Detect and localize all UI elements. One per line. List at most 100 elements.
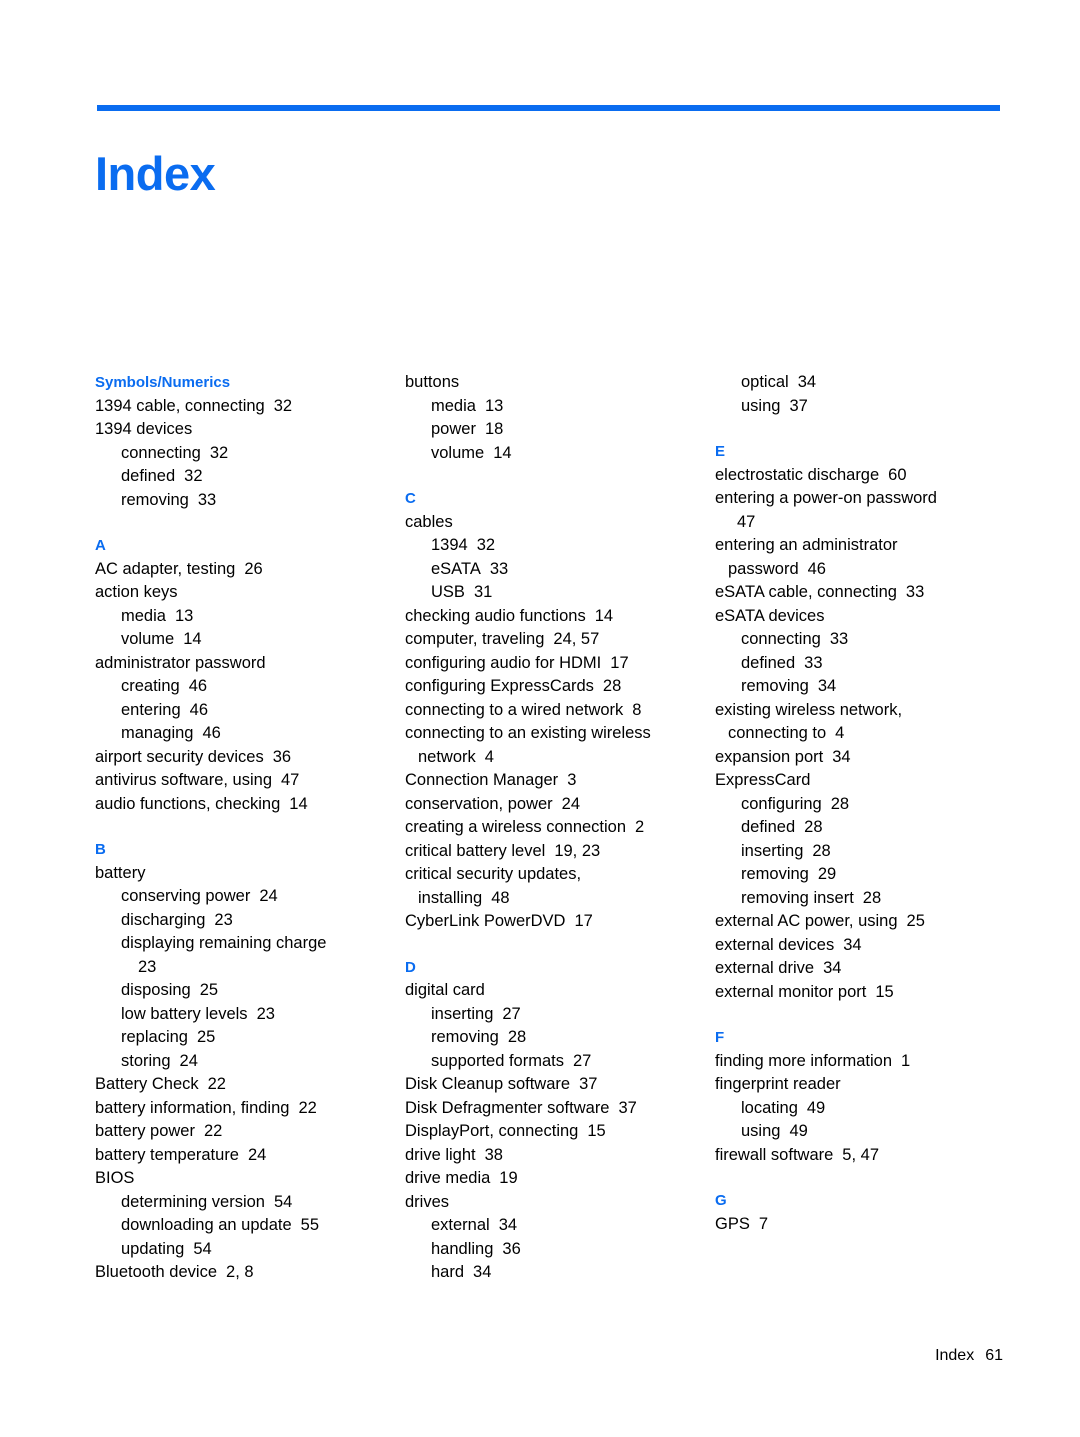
index-entry-page-number: 34 (797, 373, 817, 391)
index-entry: checking audio functions 14 (405, 605, 715, 629)
index-entry-page-number: 29 (817, 865, 837, 883)
index-entry-page-number: 26 (244, 559, 263, 578)
index-entry-page-number: 34 (823, 959, 842, 977)
section-letter-heading: G (715, 1192, 727, 1209)
index-entry-text: handling (431, 1239, 494, 1258)
index-entry-text: volume (431, 443, 485, 462)
index-entry: Connection Manager 3 (405, 769, 715, 793)
index-entry-text: Battery Check (95, 1075, 199, 1093)
index-entry: creating 46 (95, 675, 405, 699)
index-entry-page-number: 25 (199, 981, 219, 999)
index-entry-page-number: 46 (202, 724, 221, 742)
index-entry-page-number: 34 (832, 747, 851, 766)
index-entry: configuring ExpressCards 28 (405, 675, 715, 699)
index-entry-text: DisplayPort, connecting (405, 1122, 579, 1140)
index-entry: defined 32 (95, 465, 405, 489)
index-entry: drive media 19 (405, 1167, 715, 1191)
index-entry-page-number: 34 (498, 1216, 518, 1234)
footer-page-number: 61 (985, 1347, 1003, 1364)
index-entry: managing 46 (95, 722, 405, 746)
index-entry-page-number: 17 (574, 912, 593, 930)
index-entry: computer, traveling 24, 57 (405, 628, 715, 652)
index-entry: external AC power, using 25 (715, 910, 1025, 934)
index-entry-text: defined (741, 653, 796, 672)
index-entry: discharging 23 (95, 909, 405, 933)
index-entry: finding more information 1 (715, 1050, 1025, 1074)
index-entry-page-number: 13 (174, 606, 194, 625)
index-entry: configuring audio for HDMI 17 (405, 652, 715, 676)
index-entry-text: Disk Defragmenter software (405, 1098, 610, 1117)
index-entry: removing 29 (715, 863, 1025, 887)
index-entry-page-number: 25 (196, 1028, 216, 1046)
index-entry-page-number: 28 (830, 794, 850, 813)
index-entry-page-number: 31 (473, 583, 493, 601)
index-entry-text: discharging (121, 910, 206, 929)
index-entry-text: critical battery level (405, 841, 546, 860)
index-entry-page-number: 37 (618, 1098, 637, 1117)
index-entry-page-number: 28 (507, 1028, 527, 1046)
index-section: Ddigital card inserting 27 removing 28 suppor… (405, 956, 715, 1285)
index-entry-text: media (431, 396, 476, 415)
index-entry: Battery Check 22 (95, 1073, 405, 1097)
index-entry: volume 14 (405, 442, 715, 466)
index-entry: creating a wireless connection 2 (405, 816, 715, 840)
index-entry-text: audio functions, checking (95, 794, 281, 813)
index-entry-text: drive light (405, 1145, 476, 1164)
index-entry: fingerprint reader (715, 1073, 1025, 1097)
index-entry-text: 1394 devices (95, 420, 193, 438)
index-entry: power 18 (405, 418, 715, 442)
index-entry-page-number: 23 (138, 957, 157, 976)
index-entry-text: configuring ExpressCards (405, 677, 594, 695)
index-entry-text: removing insert (741, 888, 854, 907)
index-entry-page-number: 17 (610, 653, 629, 672)
index-section: Bbattery conserving power 24 discharging 23 d… (95, 838, 405, 1285)
index-entry-page-number: 34 (817, 677, 837, 695)
index-entry-page-number: 19 (499, 1169, 518, 1187)
index-entry: airport security devices 36 (95, 746, 405, 770)
index-entry-text: external monitor port (715, 982, 867, 1001)
index-entry: drive light 38 (405, 1144, 715, 1168)
index-entry: 23 (95, 956, 405, 980)
index-entry-text: checking audio functions (405, 606, 586, 625)
section-letter-heading: E (715, 443, 726, 460)
index-entry: configuring 28 (715, 793, 1025, 817)
section-letter-heading: D (405, 958, 416, 976)
index-entry: GPS 7 (715, 1213, 1025, 1237)
index-entry-text: creating (121, 677, 180, 695)
index-entry-text: displaying remaining charge (121, 934, 327, 952)
index-entry: password 46 (715, 558, 1025, 582)
index-entry: using 37 (715, 395, 1025, 419)
index-entry-page-number: 47 (281, 771, 300, 789)
index-entry: displaying remaining charge (95, 932, 405, 956)
index-entry-page-number: 27 (572, 1051, 592, 1070)
index-entry: storing 24 (95, 1050, 405, 1074)
index-entry-text: removing (741, 865, 809, 883)
index-entry-page-number: 33 (489, 559, 509, 578)
index-entry-text: Connection Manager (405, 771, 559, 789)
index-entry: hard 34 (405, 1261, 715, 1285)
index-entry-page-number: 32 (273, 396, 293, 415)
index-entry: DisplayPort, connecting 15 (405, 1120, 715, 1144)
index-entry: BIOS (95, 1167, 405, 1191)
index-columns: Symbols/Numerics 1394 cable, connecting 32… (95, 371, 1003, 1285)
index-entry-page-number: 4 (484, 747, 494, 766)
index-entry-page-number: 28 (804, 818, 823, 836)
index-entry-text: AC adapter, testing (95, 559, 236, 578)
page-title: Index (95, 147, 216, 201)
index-entry: removing 28 (405, 1026, 715, 1050)
index-entry-text: optical (741, 373, 789, 391)
index-entry-text: external AC power, using (715, 912, 898, 930)
index-entry-text: connecting (741, 630, 821, 648)
index-section: optical 34 using 37 (715, 371, 1025, 418)
index-entry-text: battery information, finding (95, 1098, 290, 1117)
index-entry-page-number: 24, 57 (553, 630, 600, 648)
index-entry-text: connecting (121, 443, 201, 462)
index-entry-page-number: 27 (502, 1004, 521, 1023)
index-entry-text: fingerprint reader (715, 1075, 841, 1093)
index-entry-page-number: 22 (203, 1122, 223, 1140)
index-entry-text: antivirus software, using (95, 771, 272, 789)
index-entry-page-number: 48 (491, 888, 510, 907)
index-entry-page-number: 5, 47 (842, 1145, 879, 1164)
index-entry-text: eSATA devices (715, 606, 825, 625)
index-entry: removing 34 (715, 675, 1025, 699)
